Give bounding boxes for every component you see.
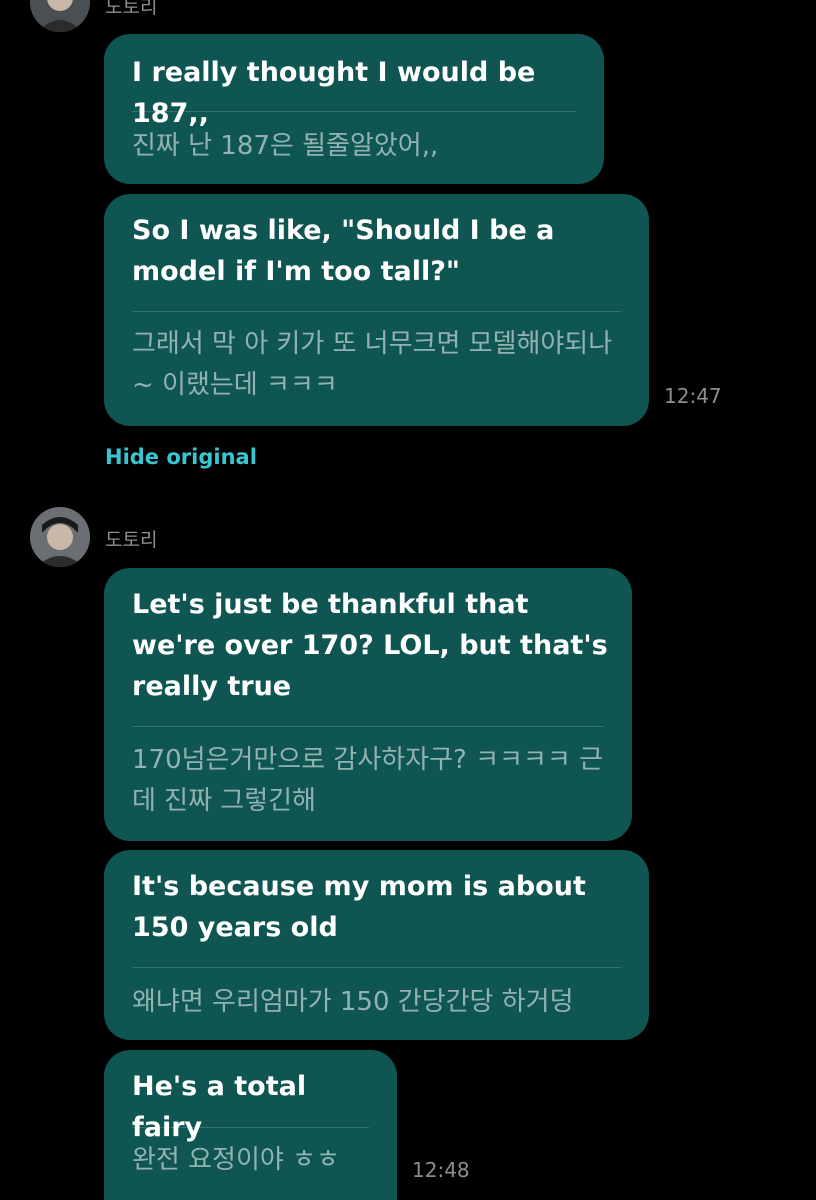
original-text: 그래서 막 아 키가 또 너무크면 모델해야되나~ 이랬는데 ㅋㅋㅋ [132,329,613,400]
message-bubble[interactable]: He's a total fairy 완전 요정이야 ㅎㅎ [104,1050,397,1200]
divider [132,726,604,727]
avatar[interactable] [30,0,90,32]
sender-name: 도토리 [105,0,158,18]
message-timestamp: 12:47 [664,384,722,408]
translated-text: It's because my mom is about 150 years o… [132,871,586,943]
original-text: 왜냐면 우리엄마가 150 간당간당 하거덩 [132,987,574,1017]
original-text: 완전 요정이야 ㅎㅎ [132,1145,340,1175]
divider [132,1127,369,1128]
translated-text: I really thought I would be 187,, [132,57,536,129]
avatar[interactable] [30,507,90,567]
original-text: 170넘은거만으로 감사하자구? ㅋㅋㅋㅋ 근데 진짜 그렇긴해 [132,745,603,816]
hide-original-link[interactable]: Hide original [105,445,257,469]
translated-text: So I was like, "Should I be a model if I… [132,215,555,287]
message-bubble[interactable]: I really thought I would be 187,, 진짜 난 1… [104,34,604,184]
translated-text: He's a total fairy [132,1071,307,1143]
message-bubble[interactable]: It's because my mom is about 150 years o… [104,850,649,1040]
message-timestamp: 12:48 [412,1158,470,1182]
message-bubble[interactable]: Let's just be thankful that we're over 1… [104,568,632,841]
translated-text: Let's just be thankful that we're over 1… [132,589,608,702]
original-text: 진짜 난 187은 될줄알았어,, [132,131,439,161]
divider [132,111,576,112]
sender-name: 도토리 [105,529,158,551]
divider [132,967,621,968]
message-bubble[interactable]: So I was like, "Should I be a model if I… [104,194,649,426]
divider [132,311,621,312]
